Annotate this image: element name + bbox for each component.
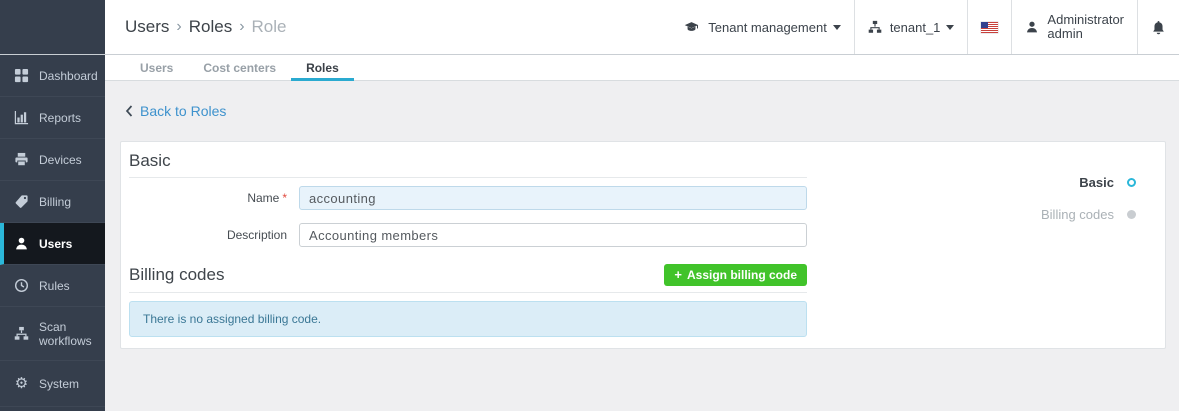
description-input[interactable] bbox=[299, 223, 807, 247]
breadcrumb: Users › Roles › Role bbox=[125, 17, 670, 37]
sitemap-icon bbox=[868, 20, 882, 34]
caret-down-icon bbox=[946, 25, 954, 30]
required-asterisk: * bbox=[282, 191, 287, 205]
plus-icon: + bbox=[674, 269, 682, 281]
wizard-steps: Basic Billing codes bbox=[1041, 175, 1138, 239]
no-billing-code-alert: There is no assigned billing code. bbox=[129, 301, 807, 337]
sidebar-item-label: Users bbox=[39, 237, 72, 251]
breadcrumb-separator-icon: › bbox=[176, 18, 181, 36]
wizard-step-label: Billing codes bbox=[1041, 207, 1114, 222]
printer-icon bbox=[13, 152, 30, 168]
sidebar-item-devices[interactable]: Devices bbox=[0, 139, 105, 181]
tenant-label: tenant_1 bbox=[890, 20, 941, 35]
role-form-column: Basic Name* Description Billing codes + bbox=[129, 151, 807, 337]
bar-chart-icon bbox=[13, 110, 30, 126]
user-name: Administrator admin bbox=[1047, 13, 1124, 41]
sidebar-item-label: Dashboard bbox=[39, 69, 98, 83]
wizard-step-label: Basic bbox=[1079, 175, 1114, 190]
step-active-circle-icon bbox=[1124, 176, 1138, 190]
sidebar-item-label: Reports bbox=[39, 111, 81, 125]
notifications-button[interactable] bbox=[1137, 0, 1179, 54]
tab-users[interactable]: Users bbox=[125, 55, 188, 80]
assign-billing-code-button[interactable]: + Assign billing code bbox=[664, 264, 807, 286]
breadcrumb-current: Role bbox=[252, 17, 287, 37]
sidebar-item-label: Rules bbox=[39, 279, 70, 293]
basic-section-title: Basic bbox=[129, 151, 171, 170]
header-divider bbox=[0, 54, 1179, 55]
tag-icon bbox=[13, 194, 30, 210]
chevron-left-icon bbox=[125, 105, 133, 117]
app-root: Dashboard Reports Devices Billing bbox=[0, 0, 1179, 411]
name-input[interactable] bbox=[299, 186, 807, 210]
sidebar-item-dashboard[interactable]: Dashboard bbox=[0, 55, 105, 97]
sidebar-item-scan-workflows[interactable]: Scan workflows bbox=[0, 307, 105, 361]
sidebar: Dashboard Reports Devices Billing bbox=[0, 0, 105, 411]
tenant-management-menu[interactable]: Tenant management bbox=[670, 0, 854, 54]
tab-cost-centers[interactable]: Cost centers bbox=[188, 55, 291, 80]
sidebar-item-reports[interactable]: Reports bbox=[0, 97, 105, 139]
main-content: Back to Roles Basic Name* Description bbox=[105, 82, 1179, 411]
sidebar-item-users[interactable]: Users bbox=[0, 223, 105, 265]
step-pending-dot-icon bbox=[1124, 208, 1138, 222]
basic-section-header: Basic bbox=[129, 151, 807, 178]
breadcrumb-separator-icon: › bbox=[239, 18, 244, 36]
name-field-row: Name* bbox=[129, 186, 807, 210]
sidebar-item-label: Devices bbox=[39, 153, 82, 167]
sitemap-icon bbox=[13, 326, 30, 342]
sidebar-item-rules[interactable]: Rules bbox=[0, 265, 105, 307]
sidebar-item-system[interactable]: ⚙ System bbox=[0, 361, 105, 407]
clock-icon bbox=[13, 278, 30, 294]
person-icon bbox=[13, 236, 30, 252]
sidebar-nav: Dashboard Reports Devices Billing bbox=[0, 55, 105, 407]
language-selector[interactable] bbox=[967, 0, 1011, 54]
top-header: Users › Roles › Role Tenant management t… bbox=[105, 0, 1179, 54]
tab-roles[interactable]: Roles bbox=[291, 55, 354, 80]
description-field-label: Description bbox=[129, 228, 299, 242]
role-detail-card: Basic Name* Description Billing codes + bbox=[120, 141, 1166, 349]
sidebar-item-label: Billing bbox=[39, 195, 71, 209]
dashboard-icon bbox=[13, 68, 30, 84]
header-actions: Tenant management tenant_1 Administrator bbox=[670, 0, 1179, 54]
tenant-management-label: Tenant management bbox=[708, 20, 827, 35]
back-to-roles-link[interactable]: Back to Roles bbox=[125, 103, 226, 119]
us-flag-icon bbox=[981, 22, 998, 33]
bell-icon bbox=[1151, 20, 1166, 35]
breadcrumb-users[interactable]: Users bbox=[125, 17, 169, 37]
gear-icon: ⚙ bbox=[13, 376, 30, 392]
user-name-line1: Administrator bbox=[1047, 12, 1124, 27]
billing-codes-section-title: Billing codes bbox=[129, 265, 224, 285]
user-menu[interactable]: Administrator admin bbox=[1011, 0, 1137, 54]
person-icon bbox=[1025, 20, 1039, 34]
assign-billing-code-label: Assign billing code bbox=[687, 268, 797, 282]
wizard-step-billing-codes[interactable]: Billing codes bbox=[1041, 207, 1138, 222]
breadcrumb-roles[interactable]: Roles bbox=[189, 17, 232, 37]
wizard-step-basic[interactable]: Basic bbox=[1041, 175, 1138, 190]
back-to-roles-label: Back to Roles bbox=[140, 103, 226, 119]
description-field-row: Description bbox=[129, 223, 807, 247]
tab-bar: Users Cost centers Roles bbox=[105, 55, 1179, 81]
caret-down-icon bbox=[833, 25, 841, 30]
sidebar-item-label: System bbox=[39, 377, 79, 391]
sidebar-item-label: Scan workflows bbox=[39, 320, 105, 348]
name-field-label: Name* bbox=[129, 191, 299, 205]
sidebar-item-billing[interactable]: Billing bbox=[0, 181, 105, 223]
tenant-selector[interactable]: tenant_1 bbox=[854, 0, 968, 54]
user-name-line2: admin bbox=[1047, 26, 1082, 41]
graduation-cap-icon bbox=[683, 20, 700, 35]
billing-codes-section-header: Billing codes + Assign billing code bbox=[129, 264, 807, 293]
